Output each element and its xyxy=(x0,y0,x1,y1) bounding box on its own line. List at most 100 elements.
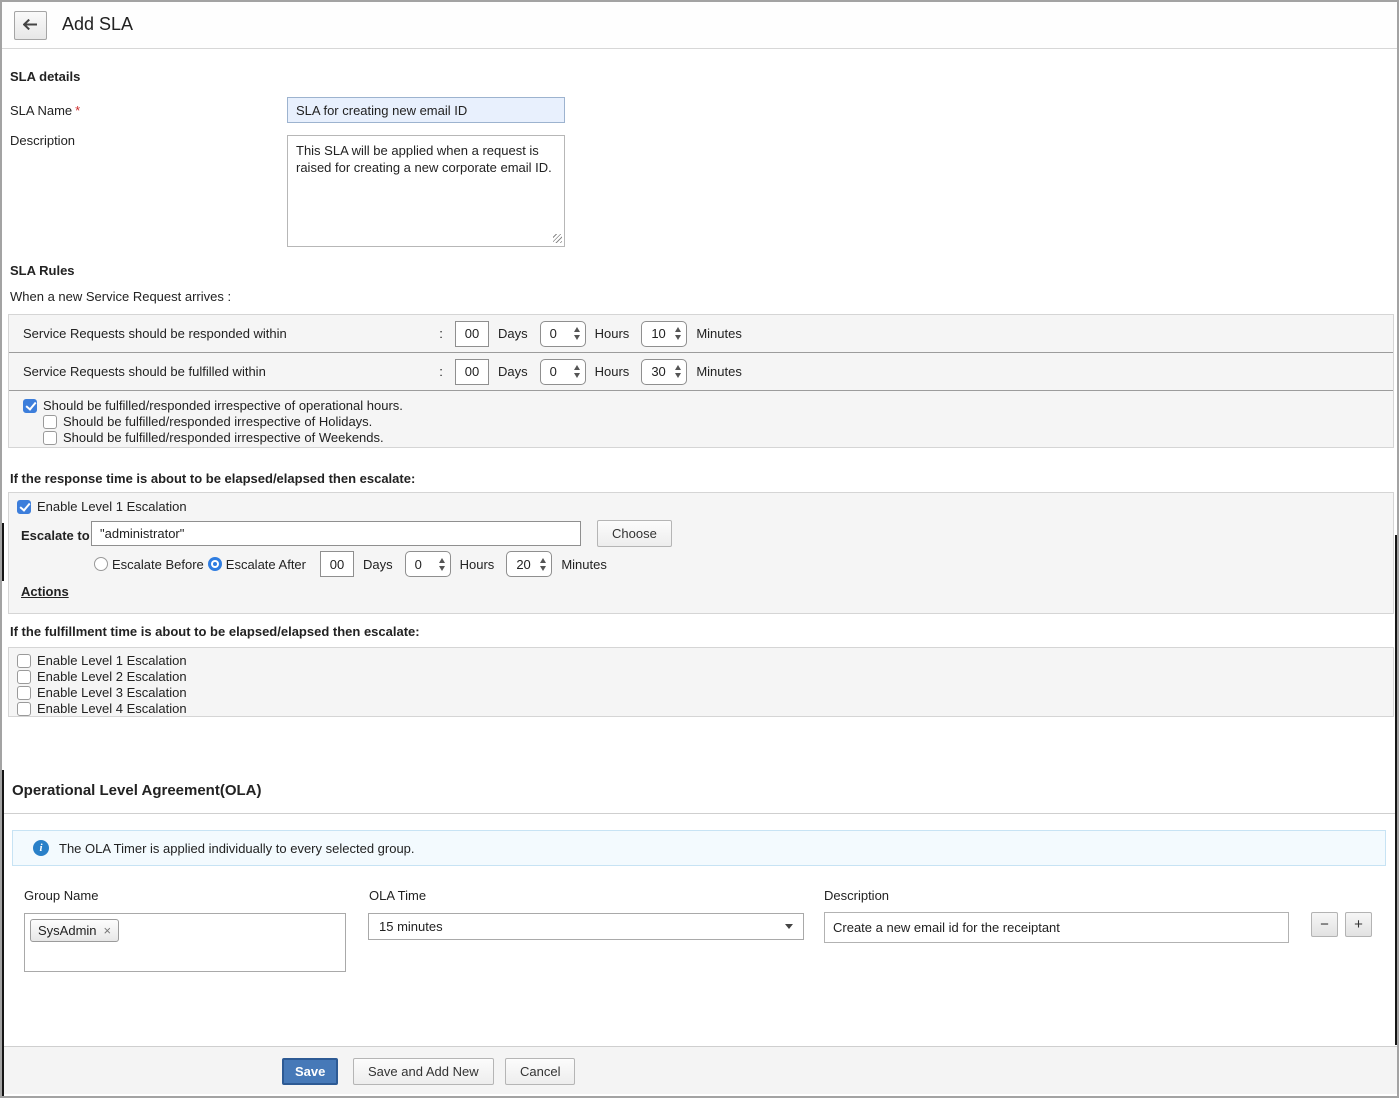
caret-down-icon xyxy=(785,924,793,933)
resize-grip-icon[interactable] xyxy=(553,234,562,243)
back-button[interactable] xyxy=(14,11,47,40)
cancel-button[interactable]: Cancel xyxy=(505,1058,575,1085)
operational-hours-checkbox[interactable] xyxy=(23,399,37,413)
responded-hours-spinner[interactable]: 0 xyxy=(540,321,586,347)
hours-unit-label: Hours xyxy=(595,364,630,379)
sla-name-label: SLA Name* xyxy=(10,103,80,118)
fulfilled-rule-row: Service Requests should be fulfilled wit… xyxy=(9,353,1393,391)
screen-edge-line xyxy=(2,770,4,1096)
fulfillment-level4-checkbox[interactable] xyxy=(17,702,31,716)
page-header: Add SLA xyxy=(2,2,1397,49)
escalate-after-radio[interactable] xyxy=(208,557,222,571)
enable-level1-response-checkbox[interactable] xyxy=(17,500,31,514)
operational-hours-option[interactable]: Should be fulfilled/responded irrespecti… xyxy=(23,398,1393,413)
fulfillment-level2-option[interactable]: Enable Level 2 Escalation xyxy=(17,669,1393,684)
minutes-unit-label: Minutes xyxy=(561,557,607,572)
actions-link[interactable]: Actions xyxy=(21,584,69,599)
remove-ola-row-button[interactable]: − xyxy=(1311,912,1338,937)
escalate-before-radio[interactable] xyxy=(94,557,108,571)
spinner-arrows-icon[interactable] xyxy=(439,558,445,571)
chip-remove-icon[interactable]: × xyxy=(104,923,112,938)
description-textarea[interactable]: This SLA will be applied when a request … xyxy=(287,135,565,247)
spinner-arrows-icon[interactable] xyxy=(574,365,580,378)
footer-bar: Save Save and Add New Cancel xyxy=(2,1046,1397,1094)
escalate-to-label: Escalate to xyxy=(21,528,90,543)
weekends-option[interactable]: Should be fulfilled/responded irrespecti… xyxy=(43,430,1393,445)
escalate-after-label: Escalate After xyxy=(226,557,306,572)
responded-rule-label: Service Requests should be responded wit… xyxy=(23,326,435,341)
plus-icon: + xyxy=(1354,916,1363,933)
ola-divider xyxy=(2,813,1397,814)
description-field-wrap: This SLA will be applied when a request … xyxy=(287,135,565,247)
holidays-checkbox[interactable] xyxy=(43,415,57,429)
fulfillment-level4-option[interactable]: Enable Level 4 Escalation xyxy=(17,701,1393,716)
colon: : xyxy=(435,326,447,341)
save-and-add-new-button[interactable]: Save and Add New xyxy=(353,1058,494,1085)
group-name-label: Group Name xyxy=(24,888,98,903)
minutes-unit-label: Minutes xyxy=(696,326,742,341)
group-chip: SysAdmin × xyxy=(30,919,119,942)
screen-edge-line xyxy=(1395,535,1397,1045)
fulfillment-escalation-heading: If the fulfillment time is about to be e… xyxy=(10,624,420,639)
responded-rule-row: Service Requests should be responded wit… xyxy=(9,315,1393,353)
days-unit-label: Days xyxy=(498,364,528,379)
responded-minutes-spinner[interactable]: 10 xyxy=(641,321,687,347)
group-chip-label: SysAdmin xyxy=(38,923,97,938)
days-unit-label: Days xyxy=(363,557,393,572)
fulfilled-hours-spinner[interactable]: 0 xyxy=(540,359,586,385)
escalate-before-label: Escalate Before xyxy=(112,557,204,572)
fulfillment-level1-option[interactable]: Enable Level 1 Escalation xyxy=(17,653,1393,668)
info-icon: i xyxy=(33,840,49,856)
ola-time-select[interactable]: 15 minutes xyxy=(368,913,804,940)
rules-options: Should be fulfilled/responded irrespecti… xyxy=(9,391,1393,445)
hours-unit-label: Hours xyxy=(595,326,630,341)
escalate-hours-spinner[interactable]: 0 xyxy=(405,551,451,577)
fulfillment-level2-checkbox[interactable] xyxy=(17,670,31,684)
escalate-minutes-spinner[interactable]: 20 xyxy=(506,551,552,577)
sla-rules-intro: When a new Service Request arrives : xyxy=(10,289,231,304)
holidays-option[interactable]: Should be fulfilled/responded irrespecti… xyxy=(43,414,1393,429)
fulfillment-level1-checkbox[interactable] xyxy=(17,654,31,668)
ola-time-value: 15 minutes xyxy=(379,919,443,934)
response-escalation-panel: Enable Level 1 Escalation Escalate to Ch… xyxy=(8,492,1394,614)
minus-icon: − xyxy=(1320,916,1329,933)
minutes-unit-label: Minutes xyxy=(696,364,742,379)
fulfilled-days-input[interactable] xyxy=(455,359,489,385)
weekends-checkbox[interactable] xyxy=(43,431,57,445)
add-ola-row-button[interactable]: + xyxy=(1345,912,1372,937)
escalate-to-input[interactable] xyxy=(91,521,581,546)
fulfillment-escalation-panel: Enable Level 1 Escalation Enable Level 2… xyxy=(8,647,1394,717)
spinner-arrows-icon[interactable] xyxy=(540,558,546,571)
fulfilled-rule-label: Service Requests should be fulfilled wit… xyxy=(23,364,435,379)
hours-unit-label: Hours xyxy=(460,557,495,572)
escalate-timing-row: Escalate Before Escalate After Days 0 Ho… xyxy=(94,551,607,577)
spinner-arrows-icon[interactable] xyxy=(675,327,681,340)
escalate-days-input[interactable] xyxy=(320,551,354,577)
sla-name-input[interactable] xyxy=(287,97,565,123)
ola-time-label: OLA Time xyxy=(369,888,426,903)
fulfillment-level3-checkbox[interactable] xyxy=(17,686,31,700)
arrow-left-icon xyxy=(23,18,38,33)
required-marker: * xyxy=(75,103,80,118)
sla-rules-heading: SLA Rules xyxy=(10,263,75,278)
ola-section-heading: Operational Level Agreement(OLA) xyxy=(12,782,262,799)
sla-details-heading: SLA details xyxy=(10,69,80,84)
days-unit-label: Days xyxy=(498,326,528,341)
choose-button[interactable]: Choose xyxy=(597,520,672,547)
group-name-multiselect[interactable]: SysAdmin × xyxy=(24,913,346,972)
save-button[interactable]: Save xyxy=(282,1058,338,1085)
add-sla-page: Add SLA SLA details SLA Name* Descriptio… xyxy=(0,0,1399,1098)
responded-days-input[interactable] xyxy=(455,321,489,347)
screen-edge-line xyxy=(2,523,4,581)
response-escalation-heading: If the response time is about to be elap… xyxy=(10,471,415,486)
sla-rules-panel: Service Requests should be responded wit… xyxy=(8,314,1394,448)
ola-description-input[interactable] xyxy=(824,912,1289,943)
colon: : xyxy=(435,364,447,379)
spinner-arrows-icon[interactable] xyxy=(675,365,681,378)
ola-info-text: The OLA Timer is applied individually to… xyxy=(59,841,415,856)
enable-level1-response-option[interactable]: Enable Level 1 Escalation xyxy=(17,499,1393,514)
fulfilled-minutes-spinner[interactable]: 30 xyxy=(641,359,687,385)
fulfillment-level3-option[interactable]: Enable Level 3 Escalation xyxy=(17,685,1393,700)
ola-info-banner: i The OLA Timer is applied individually … xyxy=(12,830,1386,866)
spinner-arrows-icon[interactable] xyxy=(574,327,580,340)
